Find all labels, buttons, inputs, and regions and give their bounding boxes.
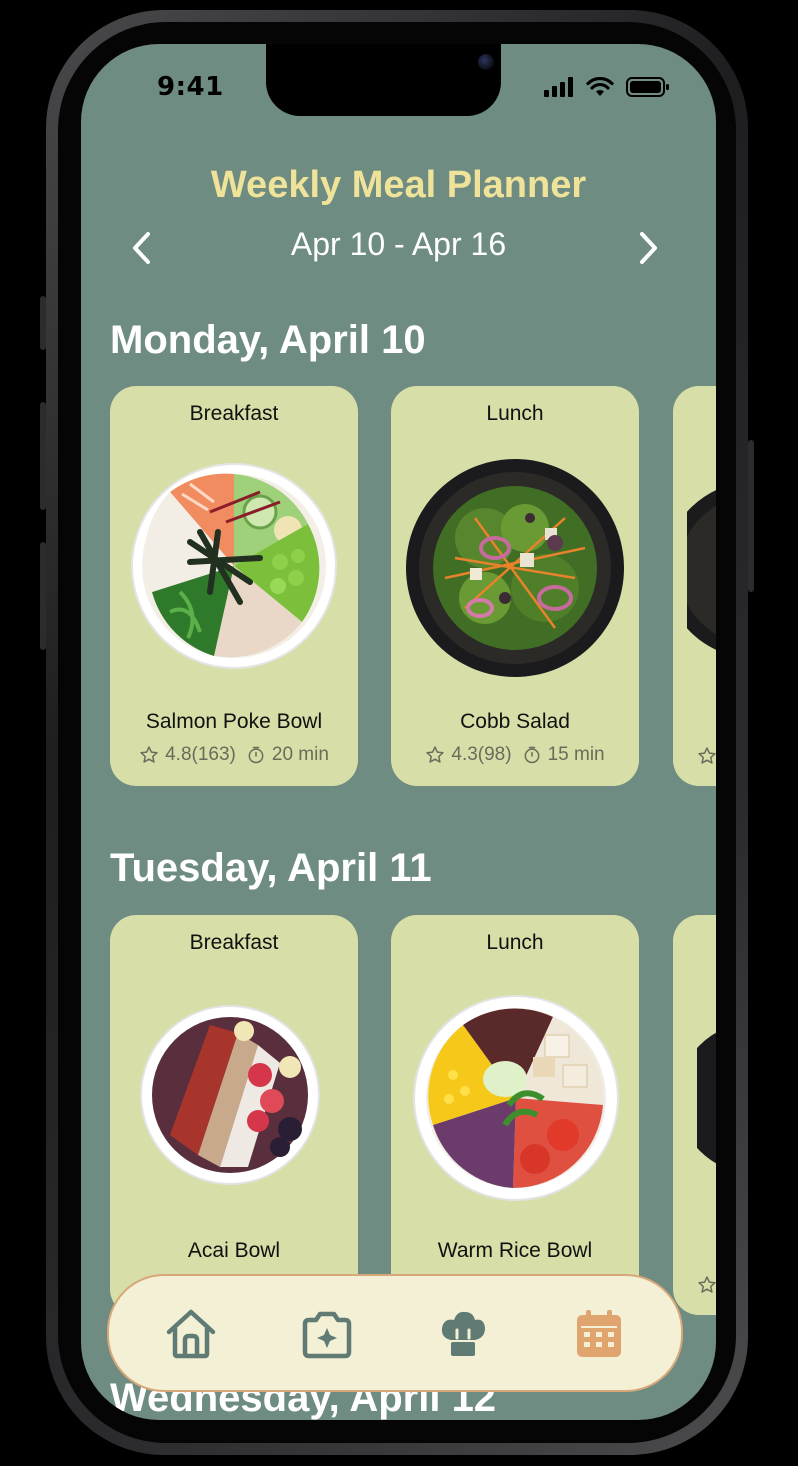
rating-label: 4.8(163) xyxy=(165,744,236,765)
calendar-icon[interactable] xyxy=(571,1306,627,1362)
week-range-label: Apr 10 - Apr 16 xyxy=(290,226,507,262)
warm-rice-bowl-image xyxy=(413,995,619,1201)
meal-card-tuesday-breakfast[interactable]: Breakfast Acai Bowl xyxy=(110,915,358,1315)
meal-card-monday-lunch[interactable]: Lunch Cobb Salad 4.3(98) 15 min xyxy=(391,386,639,786)
prep-time-label: 15 min xyxy=(547,744,605,765)
meal-type-label: Lunch xyxy=(486,931,544,954)
star-icon xyxy=(426,746,445,763)
meal-type-label: Breakfast xyxy=(189,931,279,954)
meal-name: Cobb Salad xyxy=(460,710,570,733)
meal-type-label: Breakfast xyxy=(189,402,279,425)
app-screen: 9:41 Weekly Meal Planner Apr 10 - Apr 16 xyxy=(81,44,716,1420)
chef-hat-icon[interactable] xyxy=(435,1306,491,1362)
front-camera xyxy=(478,54,494,70)
camera-icon[interactable] xyxy=(299,1306,355,1362)
bottom-nav-bar xyxy=(107,1274,683,1392)
cobb-salad-image xyxy=(406,459,624,677)
status-icons xyxy=(544,76,670,98)
rating-label: 4.3(98) xyxy=(451,744,512,765)
meal-card-tuesday-dinner-partial[interactable] xyxy=(673,915,716,1315)
partial-meal-image xyxy=(697,1032,716,1164)
meal-name: Warm Rice Bowl xyxy=(437,1239,593,1262)
partial-meal-image xyxy=(687,490,716,650)
mute-switch xyxy=(40,296,46,350)
meal-card-monday-dinner-partial[interactable] xyxy=(673,386,716,786)
day-heading-monday: Monday, April 10 xyxy=(110,318,426,362)
status-time: 9:41 xyxy=(157,72,224,102)
next-week-button[interactable] xyxy=(633,230,663,266)
day-heading-tuesday: Tuesday, April 11 xyxy=(110,846,432,890)
week-navigator: Apr 10 - Apr 16 xyxy=(81,226,716,268)
meal-card-monday-breakfast[interactable]: Breakfast Salmon Poke Bowl 4.8(163) 20 m… xyxy=(110,386,358,786)
cellular-signal-icon xyxy=(544,77,573,97)
meal-name: Acai Bowl xyxy=(187,1239,281,1262)
timer-icon xyxy=(248,746,264,764)
star-icon xyxy=(140,746,158,763)
power-button xyxy=(748,440,754,592)
meal-type-label: Lunch xyxy=(486,402,544,425)
volume-up-button xyxy=(40,402,46,510)
timer-icon xyxy=(524,746,539,764)
battery-icon xyxy=(626,77,669,97)
prep-time-label: 20 min xyxy=(271,744,329,765)
meal-meta: 4.8(163) 20 min xyxy=(110,744,358,766)
page-title: Weekly Meal Planner xyxy=(210,164,587,206)
meal-name: Salmon Poke Bowl xyxy=(145,710,323,733)
notch xyxy=(266,44,501,116)
meal-meta: 4.3(98) 15 min xyxy=(391,744,639,766)
salmon-poke-bowl-image xyxy=(131,463,337,669)
volume-down-button xyxy=(40,542,46,650)
previous-week-button[interactable] xyxy=(127,230,157,266)
acai-bowl-image xyxy=(140,1005,320,1185)
star-icon xyxy=(698,1276,716,1293)
star-icon xyxy=(698,747,716,764)
wifi-icon xyxy=(586,77,614,96)
home-icon[interactable] xyxy=(163,1306,219,1362)
meal-card-tuesday-lunch[interactable]: Lunch Warm Rice Bowl xyxy=(391,915,639,1315)
